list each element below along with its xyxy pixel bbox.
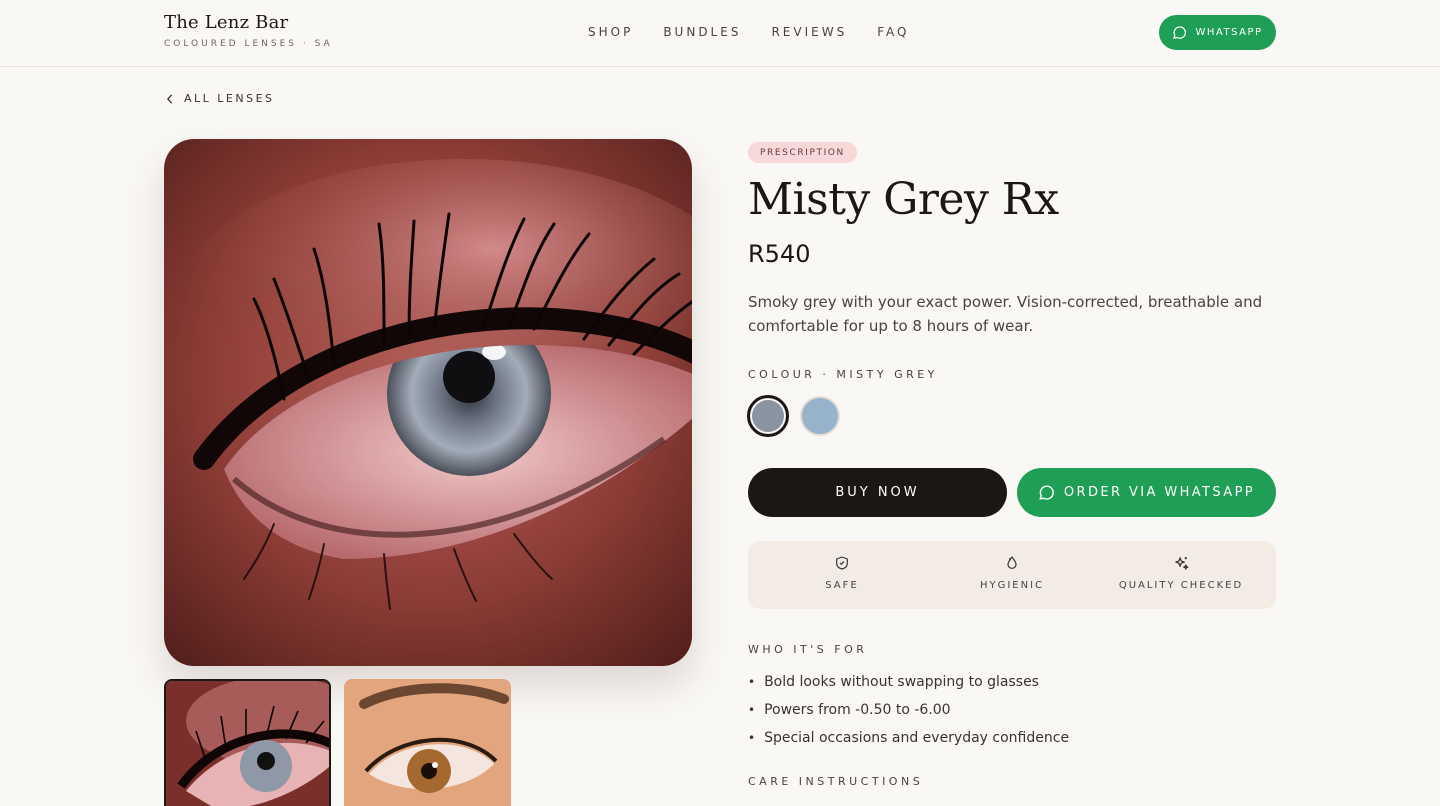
- order-via-whatsapp-label: ORDER VIA WHATSAPP: [1063, 485, 1256, 500]
- brand-tagline: COLOURED LENSES · SA: [164, 39, 333, 49]
- care-instructions-heading[interactable]: CARE INSTRUCTIONS: [748, 775, 923, 788]
- eye-photo: [164, 139, 692, 666]
- whatsapp-header-label: WHATSAPP: [1195, 27, 1263, 38]
- thumbnail-grey-lens[interactable]: [164, 679, 331, 806]
- brand-logo[interactable]: The Lenz Bar COLOURED LENSES · SA: [164, 12, 333, 49]
- product-price: R540: [748, 240, 811, 268]
- brand-name: The Lenz Bar: [164, 12, 289, 33]
- whatsapp-icon: [1039, 485, 1054, 500]
- nav-shop[interactable]: SHOP: [588, 25, 633, 39]
- back-link[interactable]: ALL LENSES: [166, 92, 275, 105]
- feature-safe: SAFE: [754, 555, 930, 591]
- who-its-for-list: Bold looks without swapping to glasses P…: [748, 668, 1069, 752]
- feature-hygienic-label: HYGIENIC: [979, 580, 1045, 591]
- back-link-label: ALL LENSES: [184, 92, 275, 105]
- thumbnail-hazel-lens[interactable]: [344, 679, 511, 806]
- colour-label: COLOUR · MISTY GREY: [748, 368, 938, 381]
- thumbnail-photo-grey: [166, 681, 329, 806]
- main-nav: SHOP BUNDLES REVIEWS FAQ: [588, 25, 939, 39]
- site-header: The Lenz Bar COLOURED LENSES · SA SHOP B…: [0, 0, 1440, 67]
- product-description: Smoky grey with your exact power. Vision…: [748, 293, 1263, 335]
- whatsapp-header-button[interactable]: WHATSAPP: [1159, 15, 1276, 50]
- swatch-blue[interactable]: [800, 396, 840, 436]
- feature-quality-label: QUALITY CHECKED: [1118, 580, 1244, 591]
- whatsapp-icon: [1173, 26, 1187, 39]
- list-item: Bold looks without swapping to glasses: [748, 668, 1069, 696]
- feature-safe-label: SAFE: [825, 580, 859, 591]
- who-its-for-heading: WHO IT'S FOR: [748, 643, 868, 656]
- nav-faq[interactable]: FAQ: [877, 25, 909, 39]
- droplet-icon: [1007, 556, 1017, 569]
- list-item: Special occasions and everyday confidenc…: [748, 724, 1069, 752]
- nav-reviews[interactable]: REVIEWS: [771, 25, 847, 39]
- prescription-badge: PRESCRIPTION: [748, 142, 857, 163]
- feature-quality-checked: QUALITY CHECKED: [1093, 555, 1269, 591]
- shield-icon: [836, 556, 848, 570]
- sparkle-icon: [1174, 557, 1189, 570]
- thumbnail-photo-hazel: [344, 679, 511, 806]
- chevron-left-icon: [167, 93, 173, 104]
- order-via-whatsapp-button[interactable]: ORDER VIA WHATSAPP: [1017, 468, 1276, 517]
- feature-hygienic: HYGIENIC: [924, 555, 1100, 591]
- features-panel: SAFE HYGIENIC QUALITY CHECKED: [748, 541, 1276, 609]
- product-main-image: [164, 139, 692, 666]
- swatch-misty-grey[interactable]: [747, 395, 789, 437]
- product-title: Misty Grey Rx: [748, 174, 1059, 225]
- list-item: Powers from -0.50 to -6.00: [748, 696, 1069, 724]
- buy-now-button[interactable]: BUY NOW: [748, 468, 1007, 517]
- nav-bundles[interactable]: BUNDLES: [663, 25, 741, 39]
